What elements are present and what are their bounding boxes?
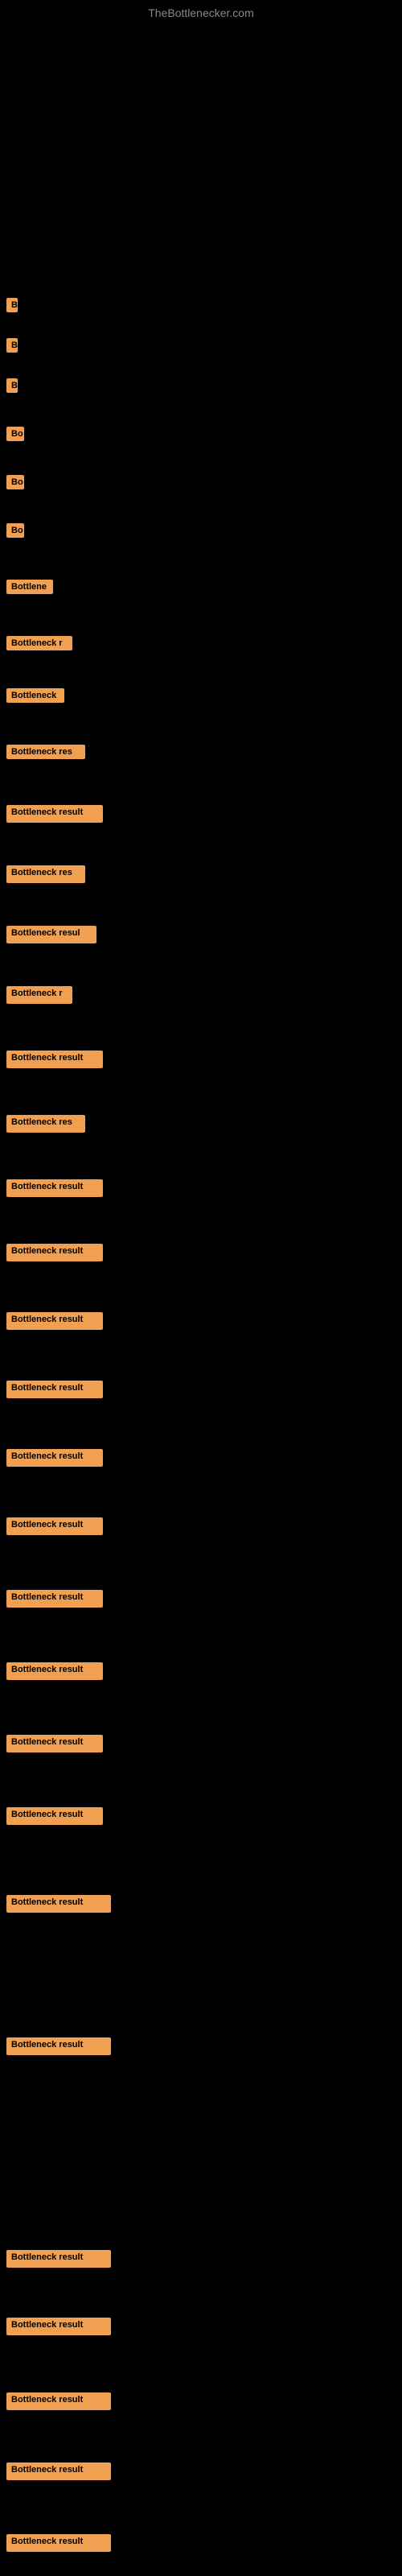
site-title: TheBottlenecker.com (148, 6, 254, 19)
bottleneck-result-label: Bottleneck resul (6, 926, 96, 943)
bottleneck-result-label: Bottleneck result (6, 1590, 103, 1608)
bottleneck-result-label: Bottleneck (6, 688, 64, 703)
bottleneck-result-label: Bo (6, 475, 24, 489)
bottleneck-result-label: Bottleneck result (6, 2392, 111, 2410)
bottleneck-result-label: Bottleneck result (6, 805, 103, 823)
bottleneck-result-label: Bottleneck result (6, 1517, 103, 1535)
bottleneck-result-label: Bottleneck result (6, 1895, 111, 1913)
bottleneck-result-label: B (6, 298, 18, 312)
bottleneck-result-label: B (6, 338, 18, 353)
bottleneck-result-label: Bottleneck result (6, 1312, 103, 1330)
bottleneck-result-label: Bottleneck result (6, 1051, 103, 1068)
bottleneck-result-label: Bottleneck result (6, 1735, 103, 1752)
bottleneck-result-label: Bottleneck result (6, 2037, 111, 2055)
bottleneck-result-label: Bottleneck result (6, 1244, 103, 1261)
bottleneck-result-label: Bottleneck result (6, 2318, 111, 2335)
bottleneck-result-label: Bo (6, 523, 24, 538)
bottleneck-result-label: Bottleneck result (6, 2462, 111, 2480)
bottleneck-result-label: Bottlene (6, 580, 53, 594)
bottleneck-result-label: Bottleneck res (6, 865, 85, 883)
bottleneck-result-label: Bottleneck r (6, 986, 72, 1004)
bottleneck-result-label: Bottleneck result (6, 2534, 111, 2552)
bottleneck-result-label: Bottleneck r (6, 636, 72, 650)
bottleneck-result-label: B (6, 378, 18, 393)
bottleneck-result-label: Bottleneck result (6, 1807, 103, 1825)
bottleneck-result-label: Bottleneck result (6, 1381, 103, 1398)
bottleneck-result-label: Bottleneck result (6, 1449, 103, 1467)
bottleneck-result-label: Bottleneck res (6, 745, 85, 759)
bottleneck-result-label: Bottleneck result (6, 1662, 103, 1680)
bottleneck-result-label: Bo (6, 427, 24, 441)
bottleneck-result-label: Bottleneck result (6, 1179, 103, 1197)
bottleneck-result-label: Bottleneck result (6, 2250, 111, 2268)
bottleneck-result-label: Bottleneck res (6, 1115, 85, 1133)
